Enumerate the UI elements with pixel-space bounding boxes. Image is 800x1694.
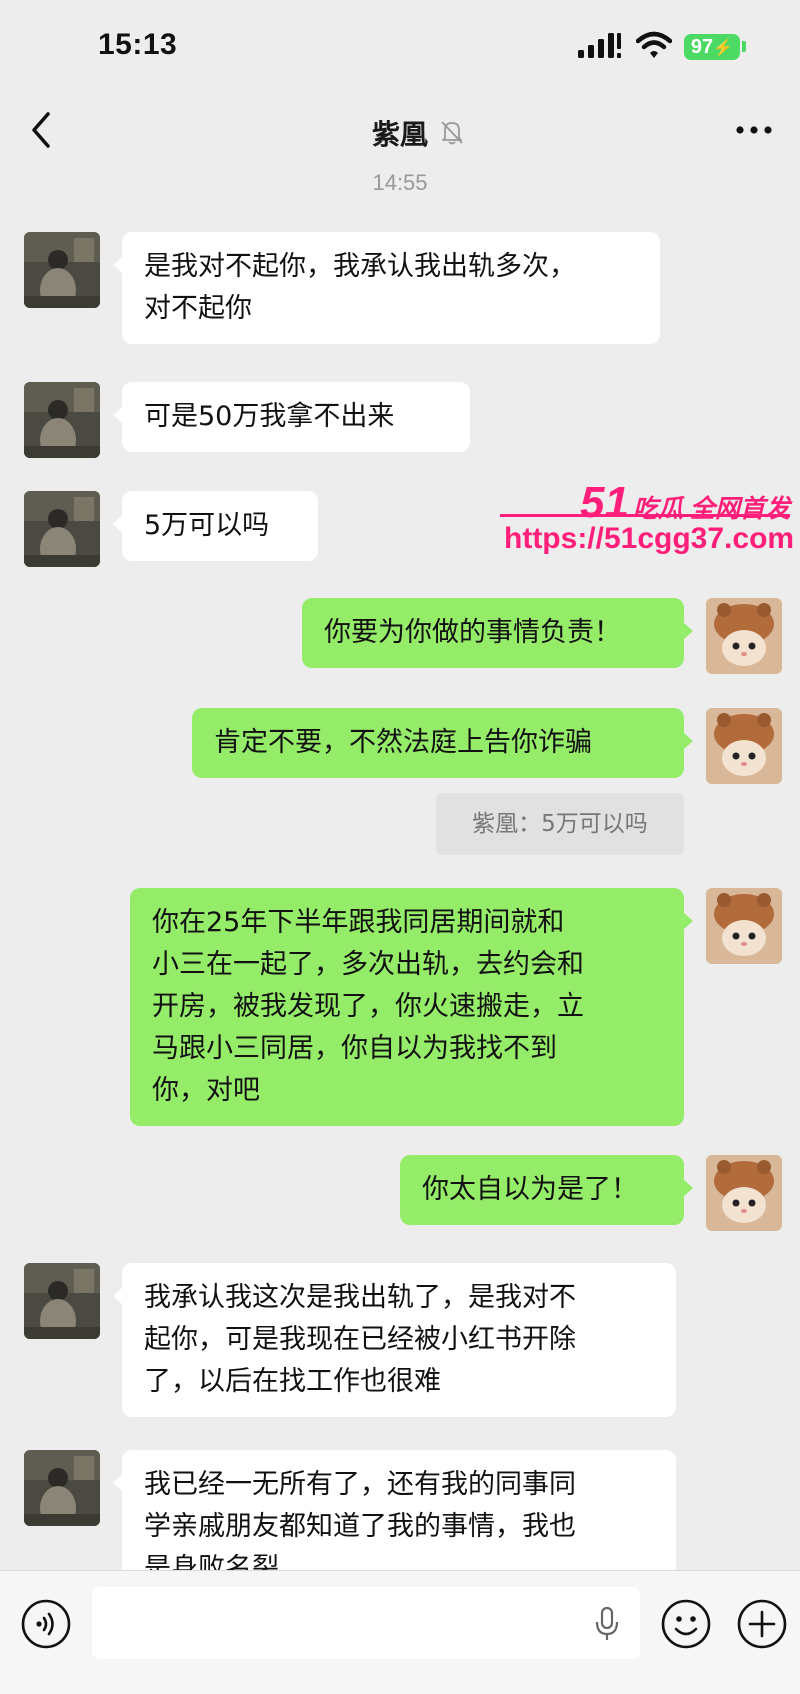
- emoji-icon[interactable]: [660, 1598, 712, 1650]
- contact-avatar[interactable]: [24, 491, 100, 567]
- outgoing-message-bubble[interactable]: 你太自以为是了！: [400, 1155, 693, 1225]
- status-time: 15:13: [98, 28, 178, 61]
- user-avatar[interactable]: [706, 888, 782, 964]
- watermark-brand-number: 51: [580, 478, 629, 527]
- user-avatar[interactable]: [706, 708, 782, 784]
- charging-icon: ⚡: [713, 40, 734, 57]
- user-avatar[interactable]: [706, 1155, 782, 1231]
- outgoing-message-bubble[interactable]: 你要为你做的事情负责！: [302, 598, 693, 668]
- contact-avatar[interactable]: [24, 1263, 100, 1339]
- quoted-message[interactable]: 紫凰：5万可以吗: [436, 793, 684, 855]
- battery-level: 97: [690, 36, 714, 58]
- status-bar: 15:13 97⚡: [0, 0, 800, 100]
- signal-icon: [578, 33, 621, 58]
- watermark-divider: [500, 514, 790, 517]
- microphone-icon[interactable]: [594, 1606, 620, 1642]
- contact-avatar[interactable]: [24, 232, 100, 308]
- wifi-icon: [636, 31, 672, 58]
- battery-cap: [742, 41, 746, 52]
- watermark-url: https://51cgg37.com: [504, 522, 795, 555]
- bell-muted-icon: [441, 121, 463, 145]
- watermark-brand-text: 吃瓜 全网首发: [632, 495, 790, 523]
- battery-indicator: 97⚡: [684, 34, 740, 60]
- outgoing-message-bubble[interactable]: 你在25年下半年跟我同居期间就和 小三在一起了，多次出轨，去约会和 开房，被我发…: [130, 888, 693, 1126]
- incoming-message-bubble[interactable]: 可是50万我拿不出来: [113, 382, 470, 452]
- user-avatar[interactable]: [706, 598, 782, 674]
- contact-avatar[interactable]: [24, 1450, 100, 1526]
- incoming-message-bubble[interactable]: 5万可以吗: [113, 491, 318, 561]
- contact-avatar[interactable]: [24, 382, 100, 458]
- watermark-brand: 51 吃瓜 全网首发: [580, 478, 790, 528]
- message-input[interactable]: [92, 1587, 640, 1659]
- incoming-message-bubble[interactable]: 是我对不起你，我承认我出轨多次， 对不起你: [113, 232, 660, 344]
- chat-title: 紫凰: [371, 118, 428, 151]
- message-timestamp: 14:55: [372, 170, 428, 195]
- more-dots-icon[interactable]: [734, 118, 774, 142]
- incoming-message-bubble[interactable]: 我承认我这次是我出轨了，是我对不 起你，可是我现在已经被小红书开除 了，以后在找…: [113, 1263, 676, 1417]
- voice-icon[interactable]: [20, 1598, 72, 1650]
- plus-icon[interactable]: [736, 1598, 788, 1650]
- outgoing-message-bubble[interactable]: 肯定不要，不然法庭上告你诈骗: [192, 708, 693, 778]
